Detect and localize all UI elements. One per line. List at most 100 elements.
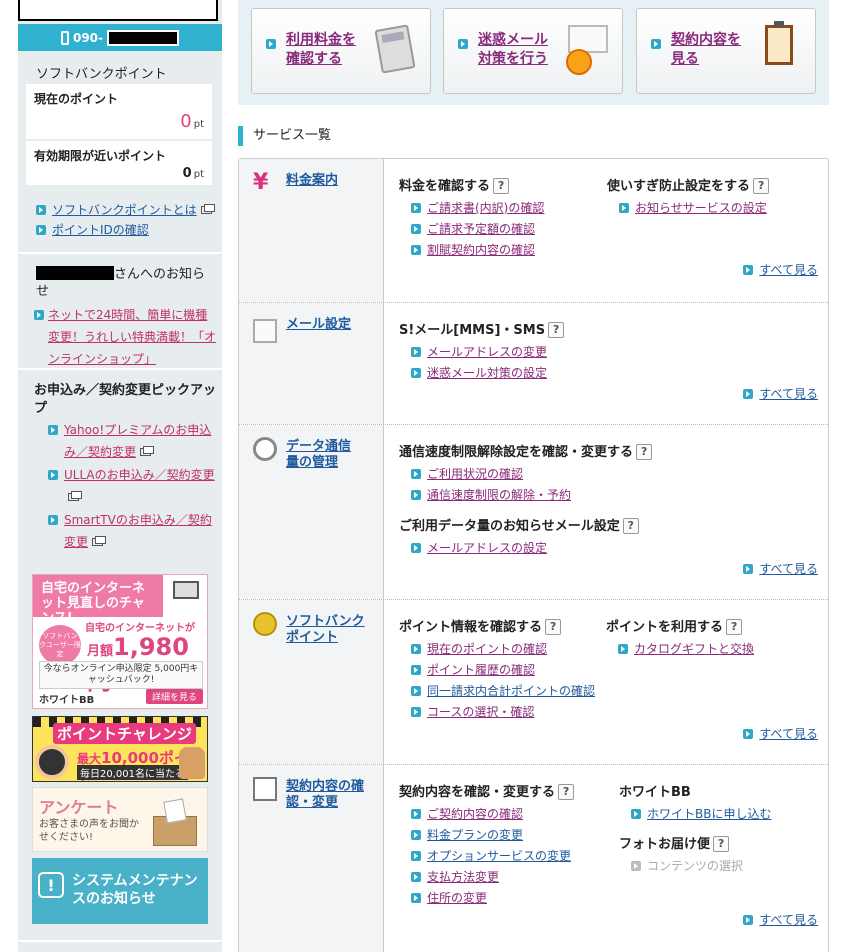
new-window-icon (200, 204, 215, 214)
pickup-item-yahoo[interactable]: Yahoo!プレミアムのお申込み／契約変更 (48, 419, 218, 463)
help-icon[interactable]: ? (726, 619, 743, 635)
arrow-bullet-icon (631, 809, 641, 819)
pickup-item-text[interactable]: ULLAのお申込み／契約変更 (64, 468, 215, 482)
arrow-bullet-icon (411, 665, 421, 675)
banner-detail-button[interactable]: 詳細を見る (145, 689, 203, 704)
quick-actions: 利用料金を確認する 迷惑メール対策を行う 契約内容を見る (238, 0, 829, 105)
see-all-link[interactable]: すべて見る (743, 261, 818, 278)
redacted-user-name (36, 266, 114, 280)
service-link[interactable]: 支払方法変更 (399, 867, 574, 888)
service-link[interactable]: 割賦契約内容の確認 (399, 240, 544, 261)
arrow-bullet-icon (411, 224, 421, 234)
help-icon[interactable]: ? (545, 619, 562, 635)
service-link[interactable]: コースの選択・確認 (399, 702, 595, 723)
service-link[interactable]: ご請求書(内訳)の確認 (399, 198, 544, 219)
service-row-billing: ¥ 料金案内 料金を確認する? ご請求書(内訳)の確認 ご請求予定額の確認 割賦… (239, 159, 828, 303)
point-challenge-banner[interactable]: ポイントチャレンジ 最大10,000ポイント 毎日20,001名に当たる (32, 716, 208, 782)
group-title: ポイント情報を確認する? (399, 616, 595, 635)
service-category: メール設定 (239, 303, 384, 424)
divider (18, 252, 222, 254)
service-link[interactable]: ご利用状況の確認 (399, 464, 652, 485)
help-icon[interactable]: ? (493, 178, 510, 194)
service-link[interactable]: 現在のポイントの確認 (399, 639, 595, 660)
spam-mail-label[interactable]: 迷惑メール対策を行う (478, 31, 558, 69)
service-row-points: ソフトバンクポイント ポイント情報を確認する? 現在のポイントの確認 ポイント履… (239, 600, 828, 765)
arrow-bullet-icon (743, 389, 754, 399)
service-link[interactable]: メールアドレスの変更 (399, 342, 564, 363)
service-name[interactable]: データ通信量の管理 (286, 439, 356, 471)
cat-icon (179, 747, 205, 779)
service-link[interactable]: お知らせサービスの設定 (607, 198, 769, 219)
see-all-link[interactable]: すべて見る (743, 725, 818, 742)
service-group: ポイントを利用する? カタログギフトと交換 (606, 616, 754, 660)
service-link[interactable]: 迷惑メール対策の設定 (399, 363, 564, 384)
service-name[interactable]: 料金案内 (286, 173, 338, 189)
arrow-bullet-icon (631, 861, 641, 871)
current-points-value: 0 (180, 111, 192, 132)
survey-banner[interactable]: アンケート お客さまの声をお聞かせください! (32, 787, 208, 852)
service-link[interactable]: メールアドレスの設定 (399, 538, 639, 559)
service-link[interactable]: オプションサービスの変更 (399, 846, 574, 867)
angry-sun-icon (566, 49, 592, 75)
arrow-bullet-icon (411, 851, 421, 861)
service-category: ¥ 料金案内 (239, 159, 384, 302)
arrow-bullet-icon (411, 368, 421, 378)
service-name[interactable]: ソフトバンクポイント (286, 614, 376, 646)
service-link[interactable]: 同一請求内合計ポイントの確認 (399, 681, 595, 702)
pickup-item-ulla[interactable]: ULLAのお申込み／契約変更 (48, 464, 218, 508)
arrow-bullet-icon (743, 564, 754, 574)
service-row-mail: メール設定 S!メール[MMS]・SMS? メールアドレスの変更 迷惑メール対策… (239, 303, 828, 425)
see-all-link[interactable]: すべて見る (743, 385, 818, 402)
help-icon[interactable]: ? (713, 836, 730, 852)
spam-mail-button[interactable]: 迷惑メール対策を行う (443, 8, 623, 94)
expiring-points-label: 有効期限が近いポイント (34, 149, 167, 163)
service-link[interactable]: 住所の変更 (399, 888, 574, 909)
arrow-bullet-icon (411, 203, 421, 213)
point-id-link[interactable]: ポイントIDの確認 (36, 221, 149, 238)
yen-icon: ¥ (253, 170, 269, 195)
expiring-points-value: 0 (182, 166, 192, 181)
service-link[interactable]: ポイント履歴の確認 (399, 660, 595, 681)
pickup-item-text[interactable]: SmartTVのお申込み／契約変更 (64, 513, 212, 549)
check-charges-button[interactable]: 利用料金を確認する (251, 8, 431, 94)
point-id-link-text[interactable]: ポイントIDの確認 (52, 223, 149, 237)
pickup-item-text[interactable]: Yahoo!プレミアムのお申込み／契約変更 (64, 423, 211, 459)
contract-details-button[interactable]: 契約内容を見る (636, 8, 816, 94)
check-charges-label[interactable]: 利用料金を確認する (286, 31, 366, 69)
service-category: データ通信量の管理 (239, 425, 384, 599)
help-icon[interactable]: ? (622, 518, 639, 534)
help-icon[interactable]: ? (636, 444, 653, 460)
service-link[interactable]: 通信速度制限の解除・予約 (399, 485, 652, 506)
arrow-bullet-icon (458, 39, 468, 49)
pickup-item-smarttv[interactable]: SmartTVのお申込み／契約変更 (48, 509, 218, 553)
help-icon[interactable]: ? (558, 784, 575, 800)
character-icon (35, 745, 69, 779)
see-all-link[interactable]: すべて見る (743, 560, 818, 577)
see-all-link[interactable]: すべて見る (743, 911, 818, 928)
service-row-contract: 契約内容の確認・変更 契約内容を確認・変更する? ご契約内容の確認 料金プランの… (239, 765, 828, 952)
service-link[interactable]: ホワイトBBに申し込む (619, 804, 771, 825)
service-link[interactable]: カタログギフトと交換 (606, 639, 754, 660)
banner-brand: ホワイトBB (39, 695, 95, 706)
online-shop-notice-link[interactable]: ネットで24時間、簡単に機種変更！うれしい特典満載！「オンラインショップ」 (48, 304, 216, 370)
service-group: ホワイトBB ホワイトBBに申し込む (619, 781, 771, 825)
contract-details-label[interactable]: 契約内容を見る (671, 31, 751, 69)
service-name[interactable]: 契約内容の確認・変更 (286, 779, 376, 811)
service-name[interactable]: メール設定 (286, 317, 351, 333)
new-window-icon (68, 491, 82, 501)
group-title: S!メール[MMS]・SMS? (399, 319, 565, 338)
calculator-icon (374, 24, 416, 74)
service-link[interactable]: 料金プランの変更 (399, 825, 574, 846)
maintenance-banner[interactable]: ! システムメンテナンスのお知らせ (32, 858, 208, 924)
sidebar-top-box (18, 0, 218, 21)
help-icon[interactable]: ? (753, 178, 770, 194)
banner-title: アンケート (39, 798, 119, 817)
service-link[interactable]: ご契約内容の確認 (399, 804, 574, 825)
white-bb-banner[interactable]: 自宅のインターネット見直しのチャンス! ソフトバンクユーザー限定 自宅のインター… (32, 574, 208, 709)
points-about-link-text[interactable]: ソフトバンクポイントとは (52, 203, 197, 217)
service-link[interactable]: ご請求予定額の確認 (399, 219, 544, 240)
arrow-bullet-icon (411, 872, 421, 882)
help-icon[interactable]: ? (548, 322, 565, 338)
points-about-link[interactable]: ソフトバンクポイントとは (36, 201, 215, 218)
arrow-bullet-icon (411, 490, 421, 500)
